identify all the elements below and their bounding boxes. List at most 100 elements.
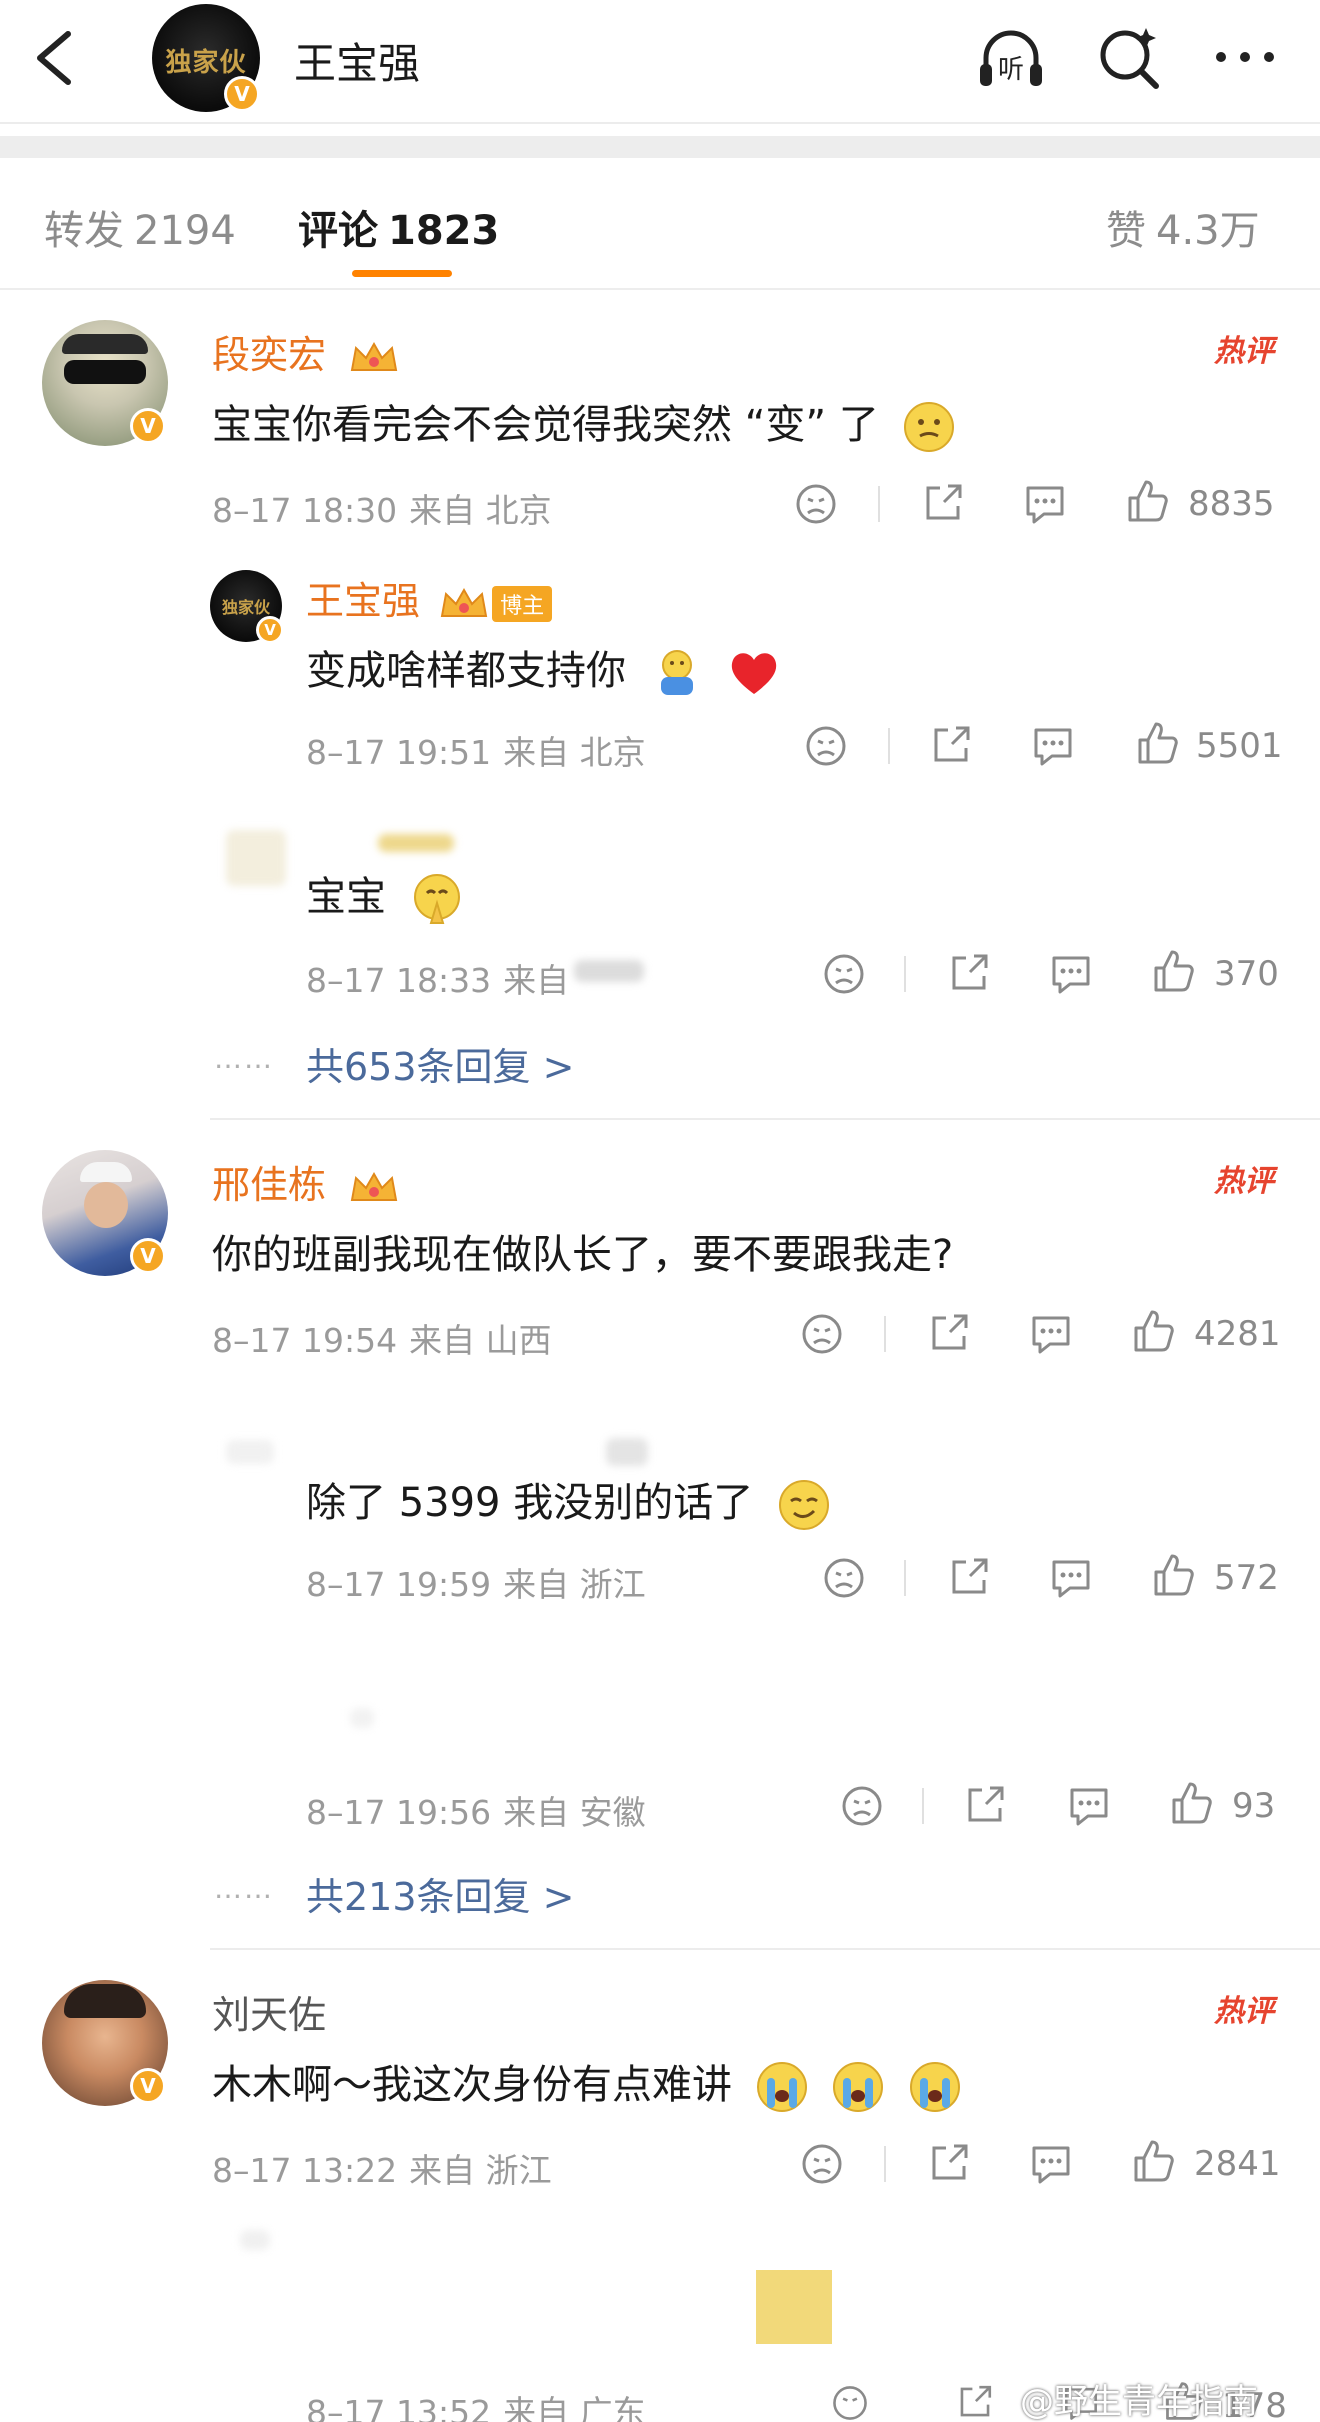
like-thumb-icon[interactable]: [1150, 1552, 1196, 1598]
like-thumb-icon[interactable]: [1134, 720, 1180, 766]
top-bar: 独家伙 V 王宝强 听: [0, 0, 1320, 122]
like-thumb-icon[interactable]: [1168, 1780, 1214, 1826]
reply-time: 8–17 19:59: [306, 1565, 492, 1604]
dislike-icon[interactable]: [800, 1312, 844, 1356]
blurred-location: [574, 960, 644, 982]
tabs-divider: [0, 288, 1320, 290]
reply-text-content: 宝宝: [306, 874, 386, 920]
share-icon[interactable]: [946, 1554, 992, 1600]
author-name: 段奕宏: [212, 333, 327, 377]
tab-likes-label: 赞: [1106, 208, 1146, 254]
reply-meta: 8–17 19:59 来自 浙江: [306, 1558, 646, 1606]
header-avatar[interactable]: 独家伙 V: [152, 4, 260, 112]
reply-location: 来自 安徽: [503, 1793, 646, 1832]
reply-location: 来自 北京: [503, 733, 646, 772]
blurred-content: [350, 1708, 374, 1728]
like-count: 8835: [1188, 484, 1275, 524]
header-divider: [0, 122, 1320, 124]
active-tab-indicator: [352, 270, 452, 277]
action-separator: [904, 956, 906, 992]
action-separator: [904, 1560, 906, 1596]
dislike-icon[interactable]: [800, 2142, 844, 2186]
dislike-icon[interactable]: [822, 952, 866, 996]
dislike-icon[interactable]: [804, 724, 848, 768]
search-icon[interactable]: [1094, 24, 1164, 94]
reply-comment-icon[interactable]: [1048, 952, 1094, 996]
reply-time: 8–17 19:51: [306, 733, 492, 772]
like-thumb-icon[interactable]: [1124, 478, 1170, 524]
reply-comment-icon[interactable]: [1028, 1312, 1074, 1356]
header-title[interactable]: 王宝强: [294, 30, 420, 91]
reply-comment-icon[interactable]: [1048, 1556, 1094, 1600]
reply-location: 来自 广东: [503, 2393, 646, 2422]
like-thumb-icon[interactable]: [1130, 1308, 1176, 1354]
share-icon[interactable]: [962, 1782, 1008, 1828]
comment-time: 8–17 19:54: [212, 1321, 398, 1360]
share-icon[interactable]: [926, 2140, 972, 2186]
reply-meta: 8–17 19:51 来自 北京: [306, 726, 646, 774]
avatar-logo-text: 独家伙: [221, 598, 270, 617]
tab-repost[interactable]: 转发 2194: [44, 198, 236, 256]
reply-text: 宝宝: [306, 864, 465, 927]
dislike-icon[interactable]: [822, 1556, 866, 1600]
verified-icon: V: [130, 408, 166, 444]
tab-comments-label: 评论: [298, 208, 378, 254]
comment-meta: 8–17 19:54 来自 山西: [212, 1314, 552, 1362]
hot-comment-badge: 热评: [1214, 334, 1274, 369]
like-thumb-icon[interactable]: [1150, 948, 1196, 994]
more-replies-link[interactable]: 共213条回复 >: [306, 1866, 574, 1921]
reply-location: 来自: [503, 961, 570, 1000]
comment-author[interactable]: 段奕宏: [212, 324, 400, 379]
comment-location: 来自 浙江: [409, 2151, 552, 2190]
verified-icon: V: [256, 616, 284, 644]
hot-comment-badge: 热评: [1214, 1994, 1274, 2029]
dislike-icon[interactable]: [828, 2384, 872, 2422]
author-name: 邢佳栋: [212, 1163, 327, 1207]
dislike-icon[interactable]: [840, 1784, 884, 1828]
reply-comment-icon[interactable]: [1028, 2142, 1074, 2186]
like-thumb-icon[interactable]: [1130, 2138, 1176, 2184]
dislike-icon[interactable]: [794, 482, 838, 526]
comment-text-content: 木木啊～我这次身份有点难讲: [212, 2062, 732, 2108]
crying-emoji-icon: [910, 2062, 961, 2112]
listen-label: 听: [998, 55, 1024, 85]
verified-icon: V: [130, 1238, 166, 1274]
more-icon[interactable]: [1210, 24, 1280, 94]
blurred-content: [756, 2270, 832, 2344]
reply-meta: 8–17 18:33 来自: [306, 954, 569, 1002]
share-icon[interactable]: [928, 722, 974, 768]
crown-badge-icon: [350, 1171, 398, 1201]
tab-bar: 转发 2194 评论 1823 赞 4.3万: [0, 158, 1320, 288]
back-arrow-icon[interactable]: [30, 28, 78, 88]
smirk-emoji-icon: [778, 1480, 829, 1530]
thinking-emoji-icon: [903, 402, 954, 452]
comment-author[interactable]: 刘天佐: [212, 1984, 326, 2039]
hug-emoji-icon: [660, 650, 693, 695]
reply-meta: 8–17 13:52 来自 广东: [306, 2386, 646, 2422]
headphones-listen-icon[interactable]: 听: [976, 24, 1046, 94]
comment-author[interactable]: 邢佳栋: [212, 1154, 400, 1209]
share-icon[interactable]: [926, 1310, 972, 1356]
tab-comments[interactable]: 评论 1823: [298, 198, 499, 256]
like-count: 93: [1232, 1786, 1276, 1826]
tab-repost-label: 转发: [44, 208, 124, 254]
like-count: 5501: [1196, 726, 1283, 766]
blurred-avatar: [226, 830, 286, 886]
action-separator: [884, 2146, 886, 2182]
reply-comment-icon[interactable]: [1066, 1784, 1112, 1828]
share-icon[interactable]: [946, 950, 992, 996]
share-icon[interactable]: [920, 480, 966, 526]
reply-author[interactable]: 王宝强 博主: [306, 570, 553, 625]
comment-time: 8–17 13:22: [212, 2151, 398, 2190]
action-separator: [884, 1316, 886, 1352]
reply-location: 来自 浙江: [503, 1565, 646, 1604]
action-separator: [922, 1788, 924, 1824]
reply-comment-icon[interactable]: [1022, 482, 1068, 526]
share-icon[interactable]: [952, 2382, 998, 2422]
comment-text: 木木啊～我这次身份有点难讲: [212, 2052, 962, 2114]
more-replies-link[interactable]: 共653条回复 >: [306, 1036, 574, 1091]
reply-comment-icon[interactable]: [1030, 724, 1076, 768]
like-count: 2841: [1194, 2144, 1281, 2184]
tab-likes[interactable]: 赞 4.3万: [1106, 198, 1260, 256]
comment-divider: [210, 1118, 1320, 1120]
